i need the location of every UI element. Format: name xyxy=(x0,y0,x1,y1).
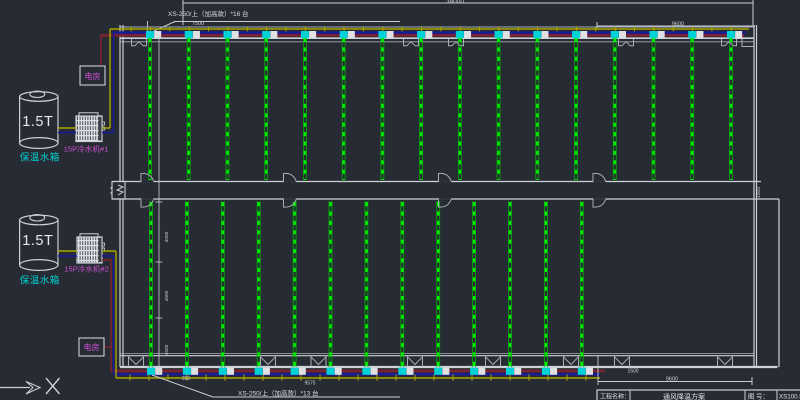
svg-text:电房: 电房 xyxy=(85,71,101,81)
svg-text:1.5T: 1.5T xyxy=(22,114,53,130)
svg-text:1500: 1500 xyxy=(756,187,762,198)
svg-text:7500: 7500 xyxy=(192,21,204,27)
svg-text:15P冷水机#1: 15P冷水机#1 xyxy=(64,144,109,154)
svg-text:9600: 9600 xyxy=(666,377,678,383)
svg-text:38000: 38000 xyxy=(446,0,464,6)
svg-text:4500: 4500 xyxy=(164,344,170,355)
svg-text:9575: 9575 xyxy=(304,381,315,387)
svg-text:350: 350 xyxy=(182,376,191,382)
svg-text:保温水箱: 保温水箱 xyxy=(20,275,60,287)
svg-text:XS-250/上（加高款）*16 台: XS-250/上（加高款）*16 台 xyxy=(168,9,249,18)
svg-text:XS-250/上（加高款）*13 台: XS-250/上（加高款）*13 台 xyxy=(238,389,319,398)
svg-text:图 号：: 图 号： xyxy=(748,393,769,400)
svg-text:XS100.50: XS100.50 xyxy=(779,394,800,400)
svg-text:15P冷水机#2: 15P冷水机#2 xyxy=(64,264,109,274)
svg-text:电房: 电房 xyxy=(84,342,100,352)
svg-text:保温水箱: 保温水箱 xyxy=(20,152,60,164)
svg-text:3000: 3000 xyxy=(164,231,170,242)
svg-text:1500: 1500 xyxy=(627,369,638,375)
svg-text:1.5T: 1.5T xyxy=(22,233,53,249)
svg-text:通风降温方案: 通风降温方案 xyxy=(663,392,705,400)
svg-text:4500: 4500 xyxy=(164,290,170,301)
svg-text:工程名称：: 工程名称： xyxy=(600,393,630,400)
